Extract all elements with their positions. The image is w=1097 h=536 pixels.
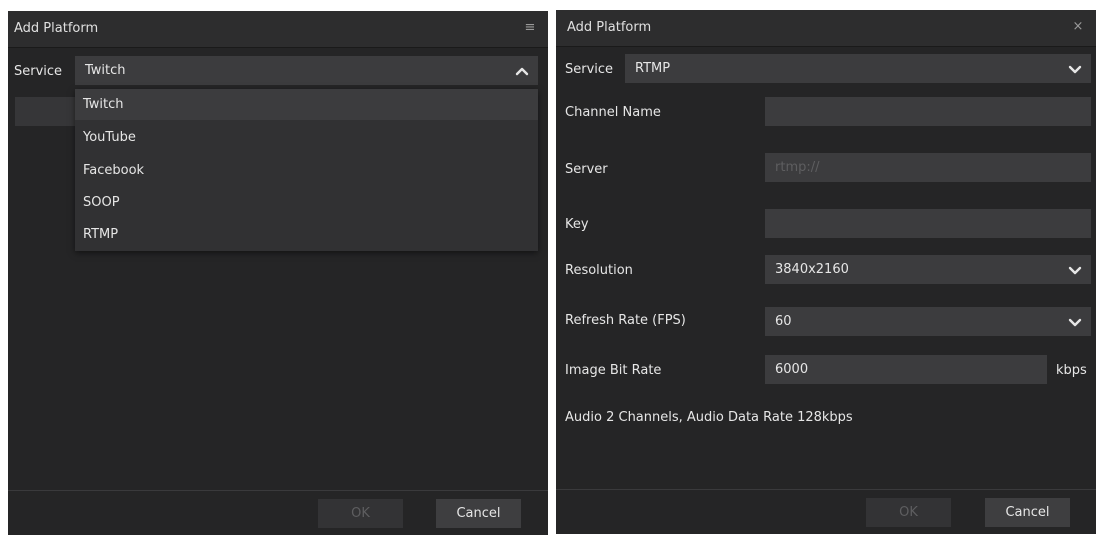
service-select[interactable]: RTMP: [625, 54, 1091, 83]
dialog-titlebar: Add Platform ≡: [8, 11, 548, 48]
refresh-rate-select[interactable]: 60: [765, 307, 1091, 336]
close-icon[interactable]: ×: [1070, 19, 1086, 35]
resolution-label: Resolution: [565, 263, 633, 278]
dropdown-option-youtube[interactable]: YouTube: [75, 122, 538, 153]
bitrate-unit-label: kbps: [1056, 363, 1087, 378]
resolution-select[interactable]: 3840x2160: [765, 255, 1091, 284]
refresh-rate-label: Refresh Rate (FPS): [565, 313, 686, 328]
chevron-up-icon: [515, 67, 529, 76]
dropdown-option-twitch[interactable]: Twitch: [75, 89, 538, 120]
refresh-rate-select-value: 60: [775, 314, 792, 329]
server-input[interactable]: [765, 153, 1091, 182]
dialog-footer: OK Cancel: [8, 490, 548, 535]
add-platform-dialog-left: Add Platform ≡ Service Twitch Twitch You…: [8, 11, 548, 535]
chevron-down-icon: [1068, 65, 1082, 74]
service-label: Service: [14, 64, 63, 79]
resolution-select-value: 3840x2160: [775, 262, 849, 277]
ok-button[interactable]: OK: [866, 498, 951, 527]
dialog-footer: OK Cancel: [556, 489, 1096, 534]
dialog-title: Add Platform: [567, 20, 652, 35]
cancel-button[interactable]: Cancel: [985, 498, 1070, 527]
audio-info-text: Audio 2 Channels, Audio Data Rate 128kbp…: [565, 410, 853, 425]
service-select[interactable]: Twitch: [75, 56, 538, 85]
chevron-down-icon: [1068, 318, 1082, 327]
background-field: [15, 97, 75, 126]
dialog-title: Add Platform: [14, 21, 99, 36]
service-label: Service: [565, 62, 614, 77]
add-platform-dialog-right: Add Platform × Service RTMP Channel Name…: [556, 10, 1096, 534]
service-select-value: RTMP: [635, 61, 671, 76]
cancel-button[interactable]: Cancel: [436, 499, 521, 528]
key-label: Key: [565, 217, 589, 232]
key-input[interactable]: [765, 209, 1091, 238]
channel-name-input[interactable]: [765, 97, 1091, 126]
close-icon[interactable]: ≡: [522, 20, 538, 36]
ok-button[interactable]: OK: [318, 499, 403, 528]
server-label: Server: [565, 162, 608, 177]
bitrate-input[interactable]: [765, 355, 1047, 384]
channel-name-label: Channel Name: [565, 105, 661, 120]
service-select-value: Twitch: [85, 63, 126, 78]
dropdown-option-facebook[interactable]: Facebook: [75, 155, 538, 186]
dropdown-option-rtmp[interactable]: RTMP: [75, 219, 538, 250]
chevron-down-icon: [1068, 266, 1082, 275]
service-dropdown-list: Twitch YouTube Facebook SOOP RTMP: [75, 89, 538, 251]
dialog-titlebar: Add Platform ×: [556, 10, 1096, 47]
bitrate-label: Image Bit Rate: [565, 363, 662, 378]
dropdown-option-soop[interactable]: SOOP: [75, 187, 538, 218]
